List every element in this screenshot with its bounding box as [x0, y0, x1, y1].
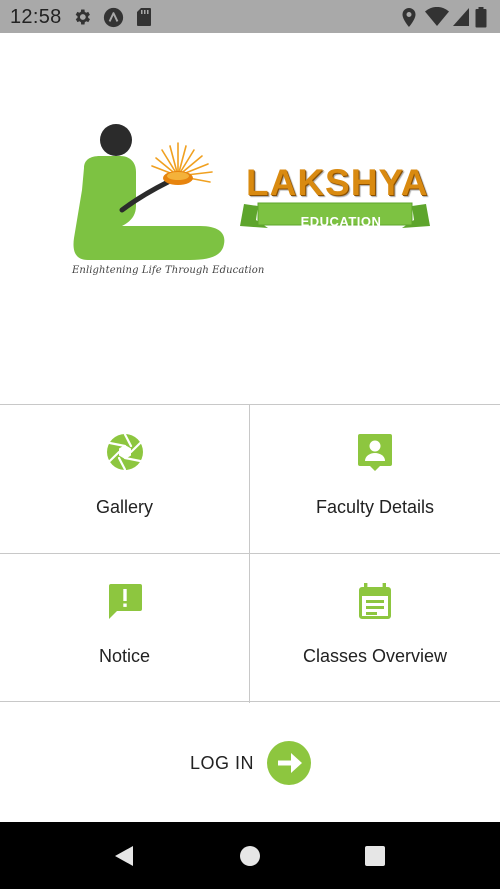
classes-overview-label: Classes Overview — [302, 646, 448, 666]
lakshya-logo: LAKSHYA EDUCATION Enlightening Life Thro… — [60, 110, 440, 300]
notice-tile[interactable]: Notice — [0, 554, 250, 703]
login-button[interactable]: LOG IN — [188, 740, 318, 786]
battery-icon — [475, 7, 487, 28]
menu-grid: Gallery Faculty Details Notice Classes O… — [0, 404, 500, 703]
classes-overview-tile[interactable]: Classes Overview — [250, 554, 500, 703]
a-icon — [103, 7, 124, 28]
brand-tagline: Enlightening Life Through Education — [72, 265, 265, 276]
wifi-icon — [425, 7, 449, 26]
status-time: 12:58 — [10, 6, 62, 28]
status-bar: 12:58 — [0, 0, 500, 33]
faculty-details-label: Faculty Details — [315, 497, 435, 517]
navigation-bar — [0, 822, 500, 889]
back-icon[interactable] — [109, 841, 139, 871]
notice-label: Notice — [98, 646, 151, 666]
camera-aperture-icon — [106, 433, 143, 471]
faculty-details-tile[interactable]: Faculty Details — [250, 405, 500, 554]
feedback-alert-icon — [108, 584, 142, 619]
brand-title: LAKSHYA — [246, 162, 429, 203]
signal-icon — [453, 8, 469, 26]
brand-ribbon-text: EDUCATION — [300, 214, 382, 229]
location-icon — [402, 8, 416, 27]
home-icon[interactable] — [235, 841, 265, 871]
contact-card-icon — [358, 434, 392, 471]
gallery-tile[interactable]: Gallery — [0, 405, 250, 554]
gallery-label: Gallery — [95, 497, 153, 517]
login-label: LOG IN — [190, 753, 255, 773]
arrow-right-circle-icon — [267, 741, 311, 785]
recents-icon[interactable] — [360, 841, 390, 871]
settings-icon — [75, 9, 90, 25]
calendar-icon — [359, 583, 391, 619]
sd-card-icon — [137, 8, 151, 26]
